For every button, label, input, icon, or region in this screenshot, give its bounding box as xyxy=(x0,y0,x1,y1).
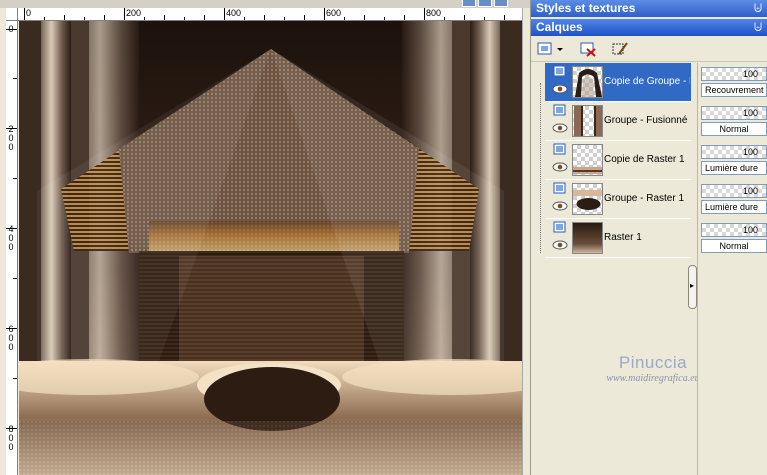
ruler-left-label: 400 xyxy=(8,224,14,252)
edit-selection-icon xyxy=(612,42,628,55)
floor-strip-icon xyxy=(572,144,603,176)
styles-palette-title: Styles et textures xyxy=(536,1,636,15)
maximize-button[interactable] xyxy=(478,0,492,7)
tree-connector xyxy=(540,83,541,253)
layer-row[interactable]: Groupe - Fusionné xyxy=(545,102,691,141)
layer-name[interactable]: Raster 1 xyxy=(604,232,690,243)
opacity-slider[interactable]: 100 xyxy=(701,145,767,159)
layers-toolbar xyxy=(531,37,767,62)
layer-row[interactable]: Copie de Raster 1 xyxy=(545,141,691,180)
visibility-eye-icon[interactable] xyxy=(552,84,568,94)
layer-props-row: 100 Lumière dure xyxy=(701,141,767,180)
layer-type-icon xyxy=(553,104,566,116)
layer-type-icon xyxy=(553,182,566,194)
blend-mode-select[interactable]: Recouvrement xyxy=(701,83,767,97)
ruler-top-label: 0 xyxy=(26,8,32,18)
opacity-value: 100 xyxy=(742,186,758,196)
blend-mode-select[interactable]: Lumière dure xyxy=(701,200,767,214)
opacity-value: 100 xyxy=(742,69,758,79)
layer-type-icon xyxy=(553,65,566,77)
pin-icon[interactable]: ⨄ xyxy=(754,0,762,17)
panel-splitter[interactable]: ▸ xyxy=(688,265,697,309)
blend-mode-select[interactable]: Lumière dure xyxy=(701,161,767,175)
delete-layer-icon xyxy=(580,42,596,57)
layer-type-icon xyxy=(553,143,566,155)
layer-properties-column: 100 Recouvrement 100 Normal 100 Lumière … xyxy=(697,63,767,475)
close-button[interactable] xyxy=(494,0,508,7)
brown-gradient-icon xyxy=(572,222,603,254)
layer-row[interactable]: Copie de Groupe - F xyxy=(545,63,691,102)
ruler-left-label: 600 xyxy=(8,324,14,352)
dark-oval-icon xyxy=(572,183,603,215)
layers-tree: Copie de Groupe - F Groupe - Fusionné Co… xyxy=(533,63,700,475)
image-workspace: 0 200 400 600 800 0 200 400 600 800 xyxy=(0,0,530,475)
layers-palette-title: Calques xyxy=(536,20,583,34)
opacity-slider[interactable]: 100 xyxy=(701,67,767,81)
new-layer-dropdown-button[interactable] xyxy=(536,40,566,58)
ruler-top-label: 600 xyxy=(326,8,342,18)
layer-type-icon xyxy=(553,221,566,233)
new-layer-icon xyxy=(537,42,563,55)
curtain-arch-icon xyxy=(572,66,603,98)
styles-palette-titlebar[interactable]: Styles et textures ⨄ xyxy=(531,0,767,17)
opacity-slider[interactable]: 100 xyxy=(701,223,767,237)
ruler-top-label: 200 xyxy=(126,8,142,18)
layers-palette-titlebar[interactable]: Calques ⨄ xyxy=(531,19,767,36)
opacity-value: 100 xyxy=(742,147,758,157)
ruler-top-label: 800 xyxy=(426,8,442,18)
layer-props-row: 100 Normal xyxy=(701,102,767,141)
visibility-eye-icon[interactable] xyxy=(552,201,568,211)
workspace-top-strip xyxy=(0,0,530,8)
visibility-eye-icon[interactable] xyxy=(552,123,568,133)
ruler-left-label: 800 xyxy=(8,424,14,452)
ruler-left-label: 0 xyxy=(8,24,14,34)
visibility-eye-icon[interactable] xyxy=(552,240,568,250)
ruler-corner xyxy=(6,8,18,21)
visibility-eye-icon[interactable] xyxy=(552,162,568,172)
ruler-left-label: 200 xyxy=(8,124,14,152)
pillars-icon xyxy=(572,105,603,137)
layer-name[interactable]: Copie de Groupe - F xyxy=(604,76,690,87)
layer-props-row: 100 Lumière dure xyxy=(701,180,767,219)
pin-icon[interactable]: ⨄ xyxy=(754,19,762,36)
layer-row[interactable]: Raster 1 xyxy=(545,219,691,258)
edit-selection-button[interactable] xyxy=(610,40,630,58)
layer-props-row: 100 Recouvrement xyxy=(701,63,767,102)
layer-name[interactable]: Groupe - Fusionné xyxy=(604,115,690,126)
layer-props-row: 100 Normal xyxy=(701,219,767,258)
opacity-slider[interactable]: 100 xyxy=(701,184,767,198)
ruler-top-label: 400 xyxy=(226,8,242,18)
opacity-value: 100 xyxy=(742,225,758,235)
layer-name[interactable]: Groupe - Raster 1 xyxy=(604,193,690,204)
restore-button[interactable] xyxy=(462,0,476,7)
artwork-image xyxy=(19,21,522,475)
blend-mode-select[interactable]: Normal xyxy=(701,239,767,253)
vertical-scrollbar[interactable] xyxy=(522,8,530,475)
opacity-value: 100 xyxy=(742,108,758,118)
layer-name[interactable]: Copie de Raster 1 xyxy=(604,154,690,165)
vertical-ruler: 0 200 400 600 800 xyxy=(6,21,18,475)
blend-mode-select[interactable]: Normal xyxy=(701,122,767,136)
psp-window: 0 200 400 600 800 0 200 400 600 800 Styl… xyxy=(0,0,767,475)
delete-layer-button[interactable] xyxy=(578,40,598,58)
layer-row[interactable]: Groupe - Raster 1 xyxy=(545,180,691,219)
palettes-panel: Styles et textures ⨄ Calques ⨄ Copie de … xyxy=(530,0,767,475)
horizontal-ruler: 0 200 400 600 800 xyxy=(18,8,522,21)
opacity-slider[interactable]: 100 xyxy=(701,106,767,120)
image-canvas[interactable] xyxy=(19,21,522,475)
